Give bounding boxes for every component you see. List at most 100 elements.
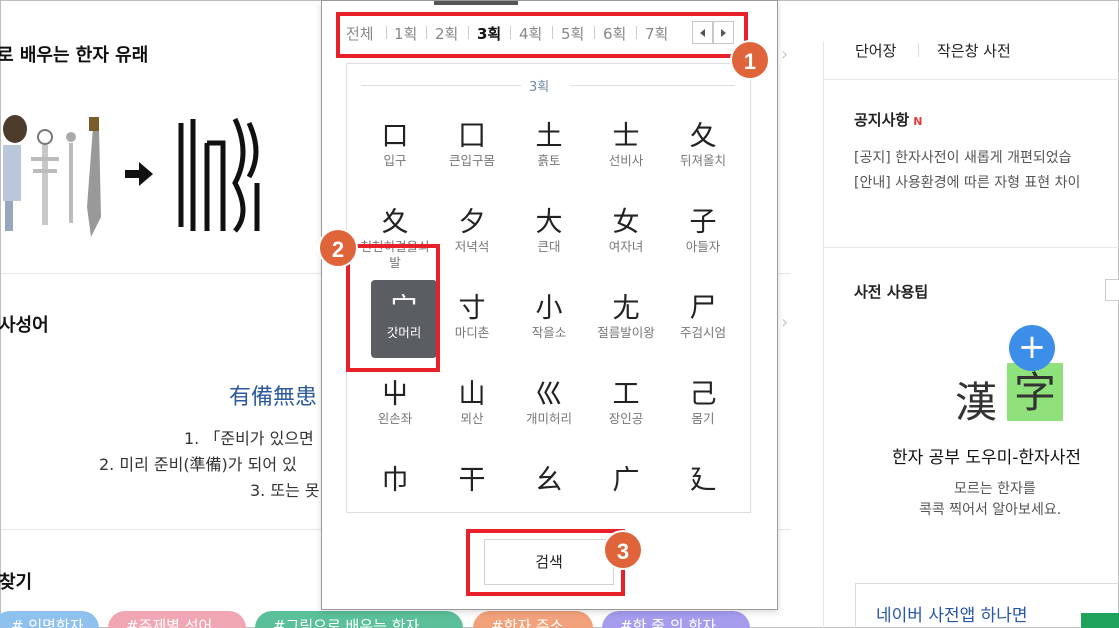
tag-chip[interactable]: #한 줄 의 한자 [602,611,750,628]
notice-title-label: 공지사항 [854,111,910,129]
annotation-box-1 [336,12,748,58]
radical-glyph: 幺 [535,465,563,496]
radical-cell[interactable]: 夂 뒤져올치 [663,108,743,188]
radical-glyph: 巾 [381,465,409,496]
radical-glyph: 广 [612,465,640,496]
radical-cell[interactable]: 囗 큰입구몸 [432,108,512,188]
chevron-right-icon[interactable]: › [781,44,788,65]
radical-name: 저녁석 [454,239,490,254]
app-promo-text[interactable]: 네이버 사전앱 하나면 [876,601,1028,626]
radical-cell[interactable]: 寸 마디촌 [432,280,512,360]
tag-chip[interactable]: #주제별 성어 [108,611,246,628]
usage-tip-title: 사전 사용팁 [854,283,929,301]
radical-glyph: 屮 [381,379,409,410]
annotation-box-3 [466,529,625,596]
radical-cell[interactable]: 干 [432,452,512,512]
radical-cell[interactable]: 土 흙토 [509,108,589,188]
radical-glyph: 山 [458,379,486,410]
radical-glyph: 小 [535,293,563,324]
tip-heading: 한자 공부 도우미-한자사전 [892,448,1081,468]
radical-cell[interactable]: 己 몸기 [663,366,743,446]
radical-cell[interactable]: 小 작을소 [509,280,589,360]
radical-glyph: 女 [612,207,640,238]
radical-name: 여자녀 [608,239,644,254]
radical-cell[interactable]: 廴 [663,452,743,512]
mini-dictionary-link[interactable]: 작은창 사전 [937,40,1011,61]
radical-name: 마디촌 [454,325,490,340]
annotation-badge-2: 2 [318,228,358,268]
logo-ja-char: 字 [1007,363,1063,421]
radical-glyph: 囗 [458,121,486,152]
new-badge: N [913,115,923,128]
radical-glyph: 土 [535,121,563,152]
idiom-meaning-line: 2. 미리 준비(準備)가 되어 있 [99,455,297,474]
chevron-right-icon[interactable]: › [781,312,788,333]
section-label: 3획 [529,80,550,95]
radical-glyph: 己 [689,379,717,410]
radical-name: 작을소 [531,325,567,340]
divider [361,85,521,86]
idiom-meaning-line: 3. 또는 못 [250,481,320,500]
radical-cell[interactable]: 巛 개미허리 [509,366,589,446]
radical-name: 뫼산 [460,411,484,426]
radical-name: 주검시엄 [679,325,726,340]
radical-cell[interactable]: 幺 [509,452,589,512]
radical-cell[interactable]: 夕 저녁석 [432,194,512,274]
annotation-badge-1: 1 [730,40,770,80]
radical-glyph: 尢 [612,293,640,324]
radical-name: 흙토 [537,153,561,168]
radical-cell[interactable]: 山 뫼산 [432,366,512,446]
radical-cell[interactable]: 尢 절름발이왕 [586,280,666,360]
radical-glyph: 士 [612,121,640,152]
divider [918,43,919,57]
radical-name: 절름발이왕 [597,325,655,340]
wordbook-link[interactable]: 단어장 [855,40,896,61]
radical-cell[interactable]: 女 여자녀 [586,194,666,274]
radical-name: 몸기 [691,411,715,426]
radical-cell[interactable]: 广 [586,452,666,512]
radical-cell[interactable]: 士 선비사 [586,108,666,188]
radical-glyph: 夊 [381,207,409,238]
arrow-right-icon [125,162,155,186]
divider [823,41,824,628]
radical-glyph: 子 [689,207,717,238]
radical-cell[interactable]: 大 큰대 [509,194,589,274]
idiom-section-title: 사성어 [0,315,49,336]
notice-item[interactable]: [공지] 한자사전이 새롭게 개편되었습 [854,147,1071,167]
plus-icon: + [1009,325,1055,371]
radical-glyph: 廴 [689,465,717,496]
right-panel: 단어장 작은창 사전 공지사항 N [공지] 한자사전이 새롭게 개편되었습 [안… [823,1,1119,628]
radical-cell[interactable]: 巾 [355,452,435,512]
idiom-hanja[interactable]: 有備無患 [229,379,317,411]
radical-name: 선비사 [608,153,644,168]
tip-prev-button[interactable] [1105,279,1119,301]
radical-name: 입구 [383,153,407,168]
radical-cell[interactable]: 屮 왼손좌 [355,366,435,446]
annotation-badge-3: 3 [603,530,643,570]
popup-top-indicator [434,1,518,5]
radical-glyph: 口 [381,121,409,152]
tag-chip[interactable]: # 인명한자 [0,611,99,628]
tag-chip[interactable]: #그림으로 배우는 한자 [255,611,463,628]
idiom-meaning-line: 1. 「준비가 있으면 [184,429,314,448]
radical-glyph: 干 [458,465,486,496]
radical-cell[interactable]: 子 아들자 [663,194,743,274]
logo-han-char: 漢 [955,378,998,427]
radical-cell[interactable]: 工 장인공 [586,366,666,446]
tag-chip[interactable]: #한자 주소 [473,611,593,628]
radical-cell[interactable]: 口 입구 [355,108,435,188]
radical-name: 장인공 [608,411,644,426]
radical-glyph: 工 [612,379,640,410]
radical-name: 아들자 [685,239,721,254]
radical-cell[interactable]: 尸 주검시엄 [663,280,743,360]
radical-glyph: 大 [535,207,563,238]
grid-section-header: 3획 [347,74,750,96]
radical-glyph: 尸 [689,293,717,324]
radical-glyph: 巛 [535,379,563,410]
radical-glyph: 夕 [458,207,486,238]
notice-title[interactable]: 공지사항 N [854,109,922,130]
radical-name: 개미허리 [525,411,572,426]
radical-name: 뒤져올치 [679,153,726,168]
notice-item[interactable]: [안내] 사용환경에 따른 자형 표현 차이 [854,172,1080,192]
origin-illustration [3,115,101,237]
